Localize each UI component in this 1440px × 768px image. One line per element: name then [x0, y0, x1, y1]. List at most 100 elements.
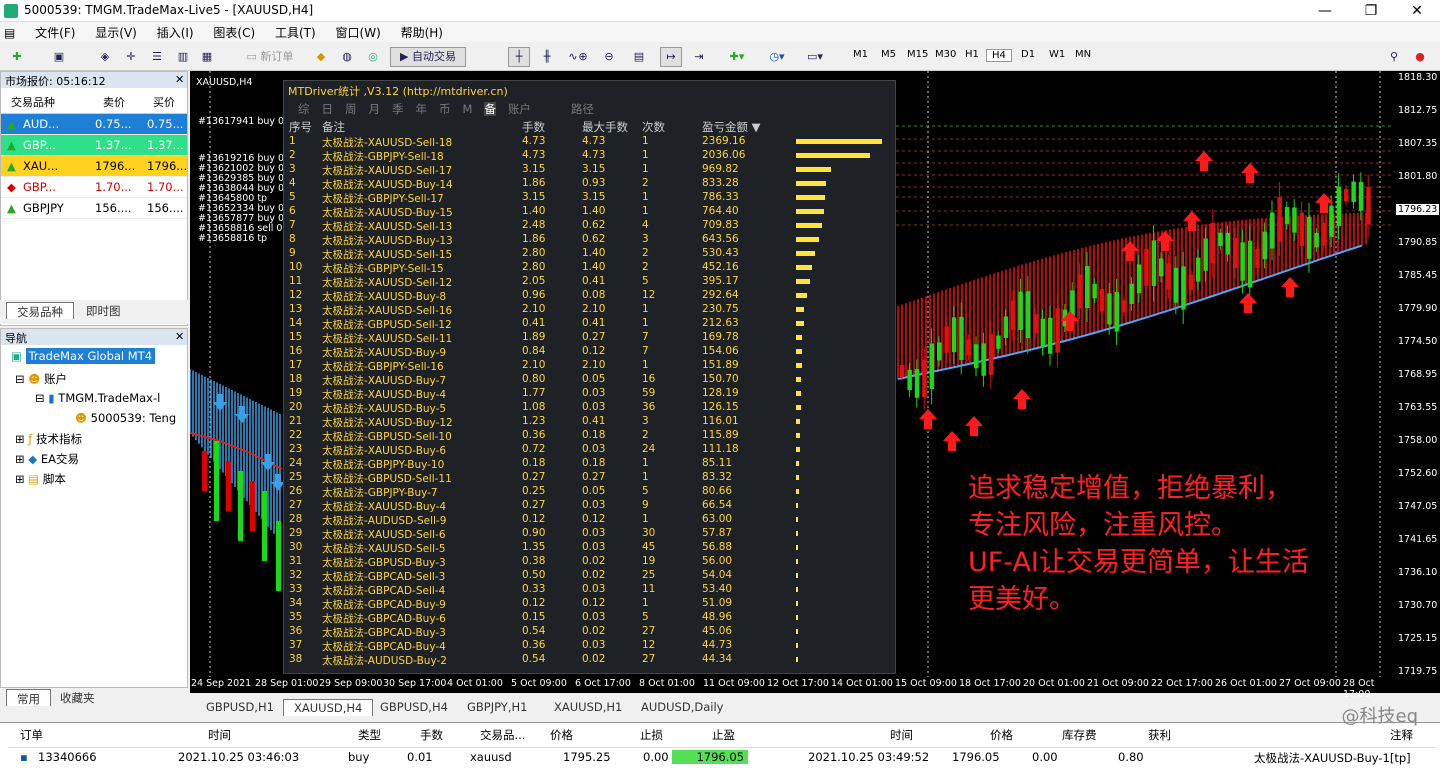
stats-row[interactable]: 32 太极战法-GBPCAD-Sell-3 0.50 0.02 25 54.04 — [284, 569, 895, 583]
col-bid[interactable]: 卖价 — [103, 94, 125, 110]
tf-d1[interactable]: D1 — [1016, 49, 1040, 60]
chart-tab[interactable]: XAUUSD,H4 — [283, 699, 374, 716]
col-index[interactable]: 序号 — [289, 119, 312, 135]
panel-tab[interactable]: 路径 — [571, 102, 594, 116]
zoom-in-icon[interactable]: ⊕ — [572, 47, 594, 67]
stats-row[interactable]: 27 太极战法-XAUUSD-Buy-4 0.27 0.03 9 66.54 — [284, 499, 895, 513]
order-col-header[interactable]: 交易品... — [480, 727, 525, 743]
menu-icon[interactable]: ▤ — [0, 24, 23, 42]
stats-row[interactable]: 28 太极战法-AUDUSD-Sell-9 0.12 0.12 1 63.00 — [284, 513, 895, 527]
candlestick-icon[interactable]: ╫ — [536, 47, 558, 67]
tf-m15[interactable]: M15 — [902, 49, 933, 60]
maximize-button[interactable]: ❐ — [1348, 0, 1394, 22]
tile-icon[interactable]: ▤ — [628, 47, 650, 67]
menu-tools[interactable]: 工具(T) — [267, 22, 324, 43]
order-col-header[interactable]: 时间 — [890, 727, 913, 743]
col-ask[interactable]: 买价 — [153, 94, 175, 110]
auto-trade-button[interactable]: ▶ 自动交易 — [390, 47, 466, 67]
stats-row[interactable]: 9 太极战法-XAUUSD-Sell-15 2.80 1.40 2 530.43 — [284, 247, 895, 261]
tf-h4[interactable]: H4 — [986, 49, 1012, 62]
panel-tab[interactable]: 币 — [439, 102, 451, 116]
order-col-header[interactable]: 注释 — [1390, 727, 1413, 743]
order-col-header[interactable]: 库存费 — [1062, 727, 1097, 743]
col-max-lots[interactable]: 最大手数 — [582, 119, 628, 135]
stats-row[interactable]: 30 太极战法-XAUUSD-Sell-5 1.35 0.03 45 56.88 — [284, 541, 895, 555]
stats-row[interactable]: 1 太极战法-XAUUSD-Sell-18 4.73 4.73 1 2369.16 — [284, 135, 895, 149]
stats-row[interactable]: 15 太极战法-XAUUSD-Sell-11 1.89 0.27 7 169.78 — [284, 331, 895, 345]
nav-server[interactable]: ⊟ ▮ TMGM.TradeMax-l — [35, 391, 160, 405]
menu-help[interactable]: 帮助(H) — [393, 22, 451, 43]
periods-icon[interactable]: ◷▾ — [762, 47, 792, 67]
nav-experts[interactable]: ⊞ ◆ EA交易 — [15, 451, 79, 467]
search-icon[interactable]: ⚲ — [1384, 47, 1404, 67]
market-watch-row[interactable]: ▲ AUD... 0.75... 0.75... — [1, 114, 187, 135]
order-col-header[interactable]: 止盈 — [712, 727, 735, 743]
stats-row[interactable]: 21 太极战法-XAUUSD-Buy-12 1.23 0.41 3 116.01 — [284, 415, 895, 429]
market-watch-row[interactable]: ▲ GBP... 1.37... 1.37... — [1, 135, 187, 156]
panel-tab[interactable]: 周 — [345, 102, 357, 116]
stats-row[interactable]: 34 太极战法-GBPCAD-Buy-9 0.12 0.12 1 51.09 — [284, 597, 895, 611]
stats-row[interactable]: 31 太极战法-GBPUSD-Buy-3 0.38 0.02 19 56.00 — [284, 555, 895, 569]
order-col-header[interactable]: 订单 — [20, 727, 43, 743]
order-col-header[interactable]: 时间 — [208, 727, 231, 743]
stats-row[interactable]: 33 太极战法-GBPCAD-Sell-4 0.33 0.03 11 53.40 — [284, 583, 895, 597]
stats-row[interactable]: 7 太极战法-XAUUSD-Sell-13 2.48 0.62 4 709.83 — [284, 219, 895, 233]
col-symbol[interactable]: 交易品种 — [11, 94, 55, 110]
stats-row[interactable]: 24 太极战法-GBPJPY-Buy-10 0.18 0.18 1 85.11 — [284, 457, 895, 471]
tf-m30[interactable]: M30 — [930, 49, 961, 60]
tf-m1[interactable]: M1 — [848, 49, 873, 60]
stats-row[interactable]: 36 太极战法-GBPCAD-Buy-3 0.54 0.02 27 45.06 — [284, 625, 895, 639]
market-watch-row[interactable]: ▲ XAU... 1796... 1796... — [1, 156, 187, 177]
market-watch-row[interactable]: ◆ GBP... 1.70... 1.70... — [1, 177, 187, 198]
zoom-out-icon[interactable]: ⊖ — [598, 47, 620, 67]
col-comment[interactable]: 备注 — [322, 119, 345, 135]
nav-accounts[interactable]: ⊟ ☻ 账户 — [15, 371, 67, 387]
order-col-header[interactable]: 价格 — [550, 727, 573, 743]
nav-account-item[interactable]: ☻ 5000539: Teng — [75, 411, 176, 425]
menu-window[interactable]: 窗口(W) — [328, 22, 389, 43]
stats-row[interactable]: 16 太极战法-XAUUSD-Buy-9 0.84 0.12 7 154.06 — [284, 345, 895, 359]
order-col-header[interactable]: 价格 — [990, 727, 1013, 743]
stats-row[interactable]: 22 太极战法-GBPUSD-Sell-10 0.36 0.18 2 115.89 — [284, 429, 895, 443]
metaeditor-icon[interactable]: ◆ — [310, 47, 332, 67]
stats-row[interactable]: 8 太极战法-XAUUSD-Buy-13 1.86 0.62 3 643.56 — [284, 233, 895, 247]
tf-m5[interactable]: M5 — [876, 49, 901, 60]
stats-row[interactable]: 4 太极战法-XAUUSD-Buy-14 1.86 0.93 2 833.28 — [284, 177, 895, 191]
stats-row[interactable]: 6 太极战法-XAUUSD-Buy-15 1.40 1.40 1 764.40 — [284, 205, 895, 219]
menu-insert[interactable]: 插入(I) — [149, 22, 202, 43]
stats-row[interactable]: 25 太极战法-GBPUSD-Sell-11 0.27 0.27 1 83.32 — [284, 471, 895, 485]
stats-row[interactable]: 13 太极战法-XAUUSD-Sell-16 2.10 2.10 1 230.75 — [284, 303, 895, 317]
stats-row[interactable]: 23 太极战法-XAUUSD-Buy-6 0.72 0.03 24 111.18 — [284, 443, 895, 457]
stats-row[interactable]: 14 太极战法-GBPUSD-Sell-12 0.41 0.41 1 212.63 — [284, 317, 895, 331]
chart-tab[interactable]: XAUUSD,H1 — [544, 699, 632, 716]
stats-row[interactable]: 29 太极战法-XAUUSD-Sell-6 0.90 0.03 30 57.87 — [284, 527, 895, 541]
bar-chart-icon[interactable]: ┼ — [508, 47, 530, 67]
stats-row[interactable]: 20 太极战法-XAUUSD-Buy-5 1.08 0.03 36 126.15 — [284, 401, 895, 415]
close-button[interactable]: ✕ — [1394, 0, 1440, 22]
tab-common[interactable]: 常用 — [6, 689, 51, 706]
crosshair-icon[interactable]: ✛ — [120, 47, 142, 67]
chart-tab[interactable]: GBPUSD,H1 — [196, 699, 284, 716]
chart-tab[interactable]: GBPUSD,H4 — [370, 699, 458, 716]
menu-file[interactable]: 文件(F) — [27, 22, 83, 43]
stats-row[interactable]: 19 太极战法-XAUUSD-Buy-4 1.77 0.03 59 128.19 — [284, 387, 895, 401]
tf-h1[interactable]: H1 — [960, 49, 984, 60]
autoscroll-icon[interactable]: ↦ — [660, 47, 682, 67]
signals-icon[interactable]: ◍ — [336, 47, 358, 67]
panel-tab[interactable]: 季 — [392, 102, 404, 116]
tester-icon[interactable]: ▦ — [196, 47, 218, 67]
menu-chart[interactable]: 图表(C) — [205, 22, 263, 43]
panel-tab[interactable]: 综 — [298, 102, 310, 116]
market-icon[interactable]: ◎ — [362, 47, 384, 67]
chart-shift-icon[interactable]: ⇥ — [688, 47, 710, 67]
minimize-button[interactable]: — — [1302, 0, 1348, 22]
col-lots[interactable]: 手数 — [522, 119, 545, 135]
chart-tab[interactable]: AUDUSD,Daily — [631, 699, 733, 716]
indicators-icon[interactable]: ✚▾ — [722, 47, 752, 67]
col-count[interactable]: 次数 — [642, 119, 665, 135]
panel-tab[interactable]: 日 — [322, 102, 334, 116]
templates-icon[interactable]: ▭▾ — [800, 47, 830, 67]
order-col-header[interactable]: 获利 — [1148, 727, 1171, 743]
menu-view[interactable]: 显示(V) — [87, 22, 145, 43]
stats-row[interactable]: 2 太极战法-GBPJPY-Sell-18 4.73 4.73 1 2036.06 — [284, 149, 895, 163]
